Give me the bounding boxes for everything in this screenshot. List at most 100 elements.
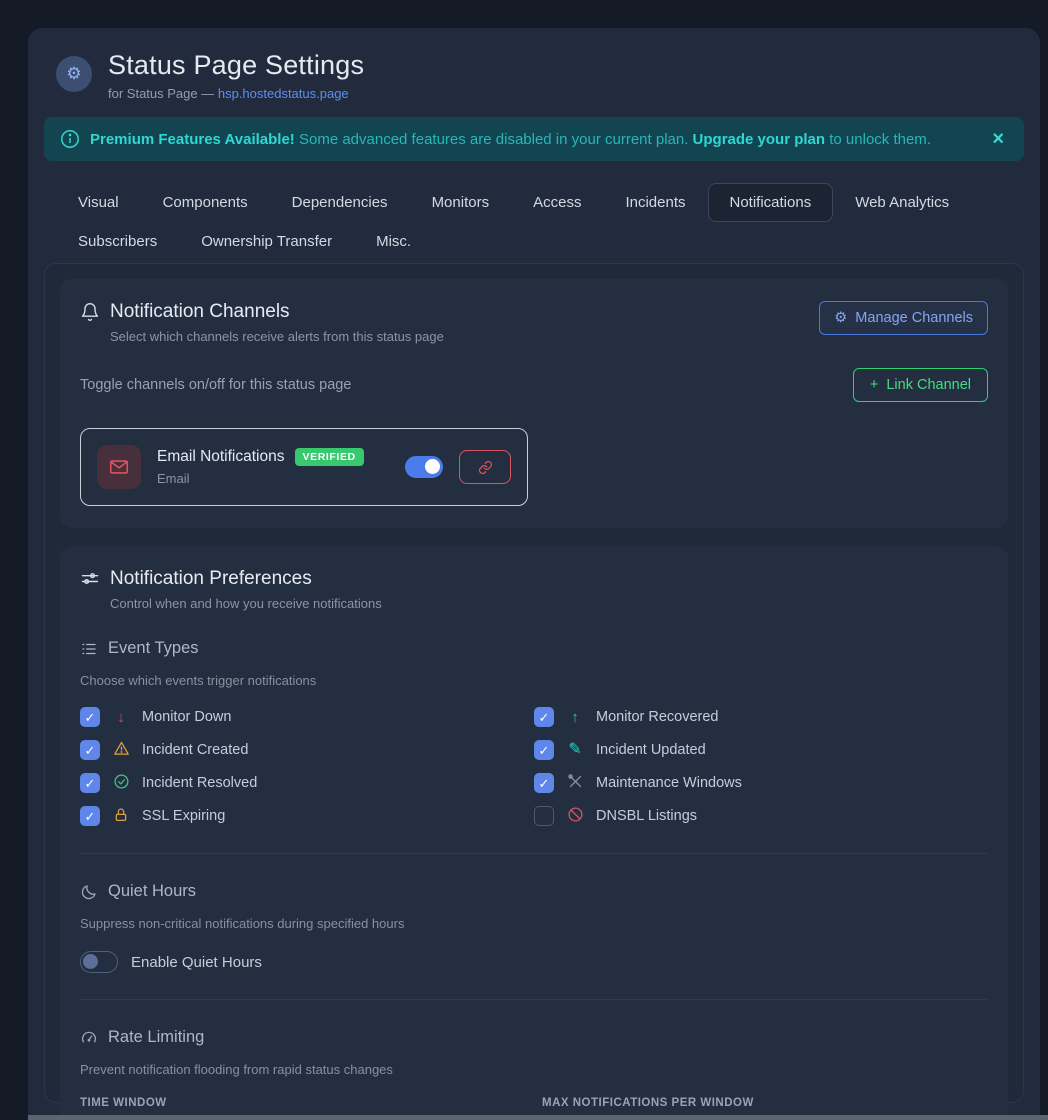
channel-type: Email xyxy=(157,471,389,486)
tab-incidents[interactable]: Incidents xyxy=(603,183,707,222)
check-circle-icon xyxy=(111,773,131,793)
event-label: Incident Resolved xyxy=(142,775,257,791)
warning-triangle-icon xyxy=(111,740,131,760)
channels-heading: Notification Channels Select which chann… xyxy=(80,301,444,344)
tab-access[interactable]: Access xyxy=(511,183,603,222)
subtitle-prefix: for Status Page — xyxy=(108,86,218,101)
event-label: Incident Created xyxy=(142,742,248,758)
arrow-down-icon: ↓ xyxy=(111,710,131,725)
checkbox-ssl-expiring[interactable]: ✓ xyxy=(80,806,100,826)
checkbox-dnsbl-listings[interactable]: ✓ xyxy=(534,806,554,826)
status-page-settings-window: ⚙ Status Page Settings for Status Page —… xyxy=(28,28,1040,1120)
email-channel-toggle[interactable] xyxy=(405,456,443,478)
tab-components[interactable]: Components xyxy=(141,183,270,222)
settings-tabs: Visual Components Dependencies Monitors … xyxy=(44,183,1024,261)
event-label: Maintenance Windows xyxy=(596,775,742,791)
banner-end: to unlock them. xyxy=(825,131,931,148)
event-types-grid: ✓ ↓ Monitor Down ✓ ↑ Monitor Recovered ✓… xyxy=(80,706,988,827)
event-row-monitor-recovered: ✓ ↑ Monitor Recovered xyxy=(534,706,988,728)
event-label: Monitor Down xyxy=(142,709,231,725)
premium-banner: Premium Features Available! Some advance… xyxy=(44,117,1024,161)
pencil-icon: ✎ xyxy=(565,742,585,758)
unlink-channel-button[interactable] xyxy=(459,450,511,484)
tab-notifications[interactable]: Notifications xyxy=(708,183,834,222)
event-types-subtitle: Choose which events trigger notification… xyxy=(80,673,988,688)
link-channel-button[interactable]: + Link Channel xyxy=(853,368,988,402)
tab-subscribers[interactable]: Subscribers xyxy=(56,222,179,261)
time-window-label: TIME WINDOW xyxy=(80,1097,526,1109)
event-label: Monitor Recovered xyxy=(596,709,719,725)
verified-badge: VERIFIED xyxy=(295,448,364,466)
bell-icon xyxy=(80,302,100,322)
banner-bold: Premium Features Available! xyxy=(90,131,295,148)
channels-subtitle: Select which channels receive alerts fro… xyxy=(110,329,444,344)
page-subtitle: for Status Page — hsp.hostedstatus.page xyxy=(108,86,364,101)
status-page-domain-link[interactable]: hsp.hostedstatus.page xyxy=(218,86,349,101)
upgrade-plan-link[interactable]: Upgrade your plan xyxy=(693,131,826,148)
event-label: SSL Expiring xyxy=(142,808,225,824)
quiet-hours-toggle-row: Enable Quiet Hours xyxy=(80,951,988,973)
rate-limiting-title: Rate Limiting xyxy=(108,1028,204,1047)
enable-quiet-hours-label: Enable Quiet Hours xyxy=(131,954,262,971)
sliders-icon xyxy=(80,569,100,589)
checkbox-monitor-down[interactable]: ✓ xyxy=(80,707,100,727)
checkbox-incident-created[interactable]: ✓ xyxy=(80,740,100,760)
event-row-incident-created: ✓ Incident Created xyxy=(80,739,534,761)
quiet-hours-heading: Quiet Hours xyxy=(80,882,988,901)
event-types-title: Event Types xyxy=(108,639,199,658)
preferences-subtitle: Control when and how you receive notific… xyxy=(110,596,988,611)
tab-visual[interactable]: Visual xyxy=(56,183,141,222)
arrow-up-icon: ↑ xyxy=(565,710,585,725)
rate-limiting-heading: Rate Limiting xyxy=(80,1028,988,1047)
event-types-heading: Event Types xyxy=(80,639,988,658)
horizontal-scrollbar[interactable] xyxy=(28,1115,1048,1120)
event-row-incident-updated: ✓ ✎ Incident Updated xyxy=(534,739,988,761)
premium-banner-text: Premium Features Available! Some advance… xyxy=(90,131,978,148)
rate-limiting-subtitle: Prevent notification flooding from rapid… xyxy=(80,1062,988,1077)
page-header-text: Status Page Settings for Status Page — h… xyxy=(108,50,364,101)
manage-channels-button[interactable]: ⚙ Manage Channels xyxy=(819,301,988,335)
info-icon xyxy=(60,129,80,149)
checkbox-maintenance-windows[interactable]: ✓ xyxy=(534,773,554,793)
section-divider xyxy=(80,853,988,854)
event-label: DNSBL Listings xyxy=(596,808,697,824)
list-icon xyxy=(80,640,98,658)
event-row-dnsbl-listings: ✓ DNSBL Listings xyxy=(534,805,988,827)
event-row-maintenance-windows: ✓ Maintenance Windows xyxy=(534,772,988,794)
page-title: Status Page Settings xyxy=(108,50,364,81)
event-row-monitor-down: ✓ ↓ Monitor Down xyxy=(80,706,534,728)
notification-channels-card: Notification Channels Select which chann… xyxy=(60,279,1008,528)
max-notifications-label: MAX NOTIFICATIONS PER WINDOW xyxy=(542,1097,988,1109)
enable-quiet-hours-toggle[interactable] xyxy=(80,951,118,973)
moon-icon xyxy=(80,883,98,901)
preferences-title: Notification Preferences xyxy=(110,568,312,590)
tab-dependencies[interactable]: Dependencies xyxy=(270,183,410,222)
prohibited-icon xyxy=(565,806,585,826)
checkbox-monitor-recovered[interactable]: ✓ xyxy=(534,707,554,727)
tab-monitors[interactable]: Monitors xyxy=(410,183,512,222)
checkbox-incident-updated[interactable]: ✓ xyxy=(534,740,554,760)
section-divider xyxy=(80,999,988,1000)
email-channel-card: Email Notifications VERIFIED Email xyxy=(80,428,528,506)
tab-misc[interactable]: Misc. xyxy=(354,222,433,261)
tools-icon xyxy=(565,773,585,793)
quiet-hours-subtitle: Suppress non-critical notifications duri… xyxy=(80,916,988,931)
channels-title: Notification Channels xyxy=(110,301,290,323)
gear-badge-icon: ⚙ xyxy=(56,56,92,92)
event-row-ssl-expiring: ✓ SSL Expiring xyxy=(80,805,534,827)
page-header: ⚙ Status Page Settings for Status Page —… xyxy=(44,46,1024,101)
tab-web-analytics[interactable]: Web Analytics xyxy=(833,183,971,222)
tab-ownership-transfer[interactable]: Ownership Transfer xyxy=(179,222,354,261)
channel-info: Email Notifications VERIFIED Email xyxy=(157,448,389,486)
checkbox-incident-resolved[interactable]: ✓ xyxy=(80,773,100,793)
close-icon[interactable]: × xyxy=(988,129,1008,149)
link-channel-label: Link Channel xyxy=(886,377,971,393)
event-label: Incident Updated xyxy=(596,742,706,758)
channel-name: Email Notifications xyxy=(157,448,285,466)
manage-channels-label: Manage Channels xyxy=(855,310,973,326)
gauge-icon xyxy=(80,1029,98,1047)
quiet-hours-title: Quiet Hours xyxy=(108,882,196,901)
banner-middle: Some advanced features are disabled in y… xyxy=(295,131,693,148)
gear-icon: ⚙ xyxy=(834,310,847,326)
notification-preferences-card: Notification Preferences Control when an… xyxy=(60,546,1008,1120)
